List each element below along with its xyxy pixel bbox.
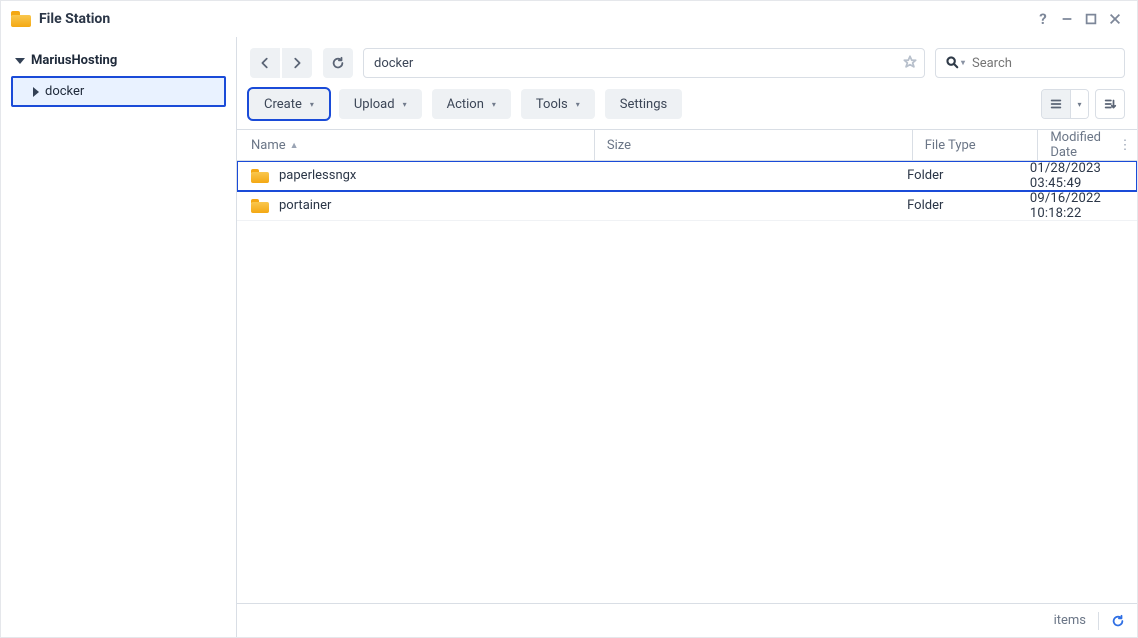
chevron-left-icon [258,56,272,70]
nav-forward-button[interactable] [282,48,312,78]
settings-label: Settings [620,97,667,112]
minimize-icon [1060,12,1074,26]
action-label: Action [447,97,484,112]
path-input[interactable] [363,48,925,78]
table-row[interactable]: paperlessngx Folder 01/28/2023 03:45:49 [237,161,1137,191]
settings-button[interactable]: Settings [605,89,682,119]
view-controls: ▾ [1041,89,1125,119]
items-label: items [1054,613,1086,628]
column-header-name[interactable]: Name ▲ [237,130,595,160]
column-size-label: Size [607,138,631,153]
refresh-icon [331,56,345,70]
upload-button[interactable]: Upload ▾ [339,89,422,119]
file-type: Folder [907,198,943,213]
folder-icon [251,169,269,183]
action-toolbar: Create ▾ Upload ▾ Action ▾ Tools ▾ Settings [237,85,1137,129]
caret-down-icon: ▾ [961,58,965,67]
column-name-label: Name [251,138,286,153]
favorite-button[interactable] [903,54,917,73]
status-refresh-button[interactable] [1111,614,1125,628]
more-vertical-icon: ⋮ [1119,138,1132,153]
column-header-date[interactable]: Modified Date [1038,130,1113,160]
folder-icon [251,199,269,213]
caret-down-icon: ▾ [492,100,496,109]
tree-item-label: docker [45,84,84,99]
chevron-right-icon [290,56,304,70]
nav-back-button[interactable] [250,48,280,78]
file-station-window: File Station ? MariusHosting docker [0,0,1138,638]
main-panel: ▾ Create ▾ Upload ▾ Action ▾ Tools ▾ [237,37,1137,637]
refresh-button[interactable] [323,48,353,78]
caret-down-icon: ▾ [310,100,314,109]
sort-icon [1103,97,1117,111]
star-icon [903,55,917,69]
refresh-icon [1111,614,1125,628]
sort-button[interactable] [1095,89,1125,119]
view-mode-dropdown[interactable]: ▾ [1070,90,1088,118]
column-date-label: Modified Date [1050,130,1101,160]
column-header-type[interactable]: File Type [913,130,1039,160]
column-type-label: File Type [925,138,976,153]
file-type: Folder [907,168,943,183]
file-list: paperlessngxFolder01/28/2023 03:45:49por… [237,161,1137,603]
column-options-button[interactable]: ⋮ [1113,138,1137,153]
chevron-down-icon [15,58,25,64]
view-list-button[interactable] [1042,90,1070,118]
list-icon [1049,97,1063,111]
help-icon: ? [1039,10,1046,28]
sidebar: MariusHosting docker [1,37,237,637]
caret-down-icon: ▾ [403,100,407,109]
maximize-icon [1084,12,1098,26]
tools-label: Tools [536,97,568,112]
sort-asc-icon: ▲ [290,140,299,151]
path-field [363,48,925,78]
caret-down-icon: ▾ [1077,100,1081,109]
tools-button[interactable]: Tools ▾ [521,89,595,119]
create-label: Create [264,97,302,112]
file-name: portainer [279,198,331,213]
caret-down-icon: ▾ [576,100,580,109]
tree-item-docker[interactable]: docker [11,76,226,107]
titlebar: File Station ? [1,1,1137,37]
nav-toolbar: ▾ [237,37,1137,85]
table-row[interactable]: portainer Folder 09/16/2022 10:18:22 [237,191,1137,221]
maximize-button[interactable] [1079,7,1103,31]
file-date: 01/28/2023 03:45:49 [1030,161,1101,191]
status-bar: items [237,603,1137,637]
table-header: Name ▲ Size File Type Modified Date ⋮ [237,129,1137,161]
file-name: paperlessngx [279,168,356,183]
chevron-right-icon [33,87,39,97]
close-button[interactable] [1103,7,1127,31]
upload-label: Upload [354,97,395,112]
tree-root-label: MariusHosting [31,53,117,68]
help-button[interactable]: ? [1031,7,1055,31]
tree-root[interactable]: MariusHosting [11,49,226,76]
window-title: File Station [39,11,110,27]
app-icon [11,11,31,27]
close-icon [1108,12,1122,26]
separator [1098,612,1099,630]
search-trigger[interactable]: ▾ [945,55,965,69]
action-button[interactable]: Action ▾ [432,89,511,119]
create-button[interactable]: Create ▾ [249,89,329,119]
minimize-button[interactable] [1055,7,1079,31]
search-icon [945,55,959,69]
search-field: ▾ [935,48,1125,78]
column-header-size[interactable]: Size [595,130,913,160]
file-date: 09/16/2022 10:18:22 [1030,191,1101,221]
